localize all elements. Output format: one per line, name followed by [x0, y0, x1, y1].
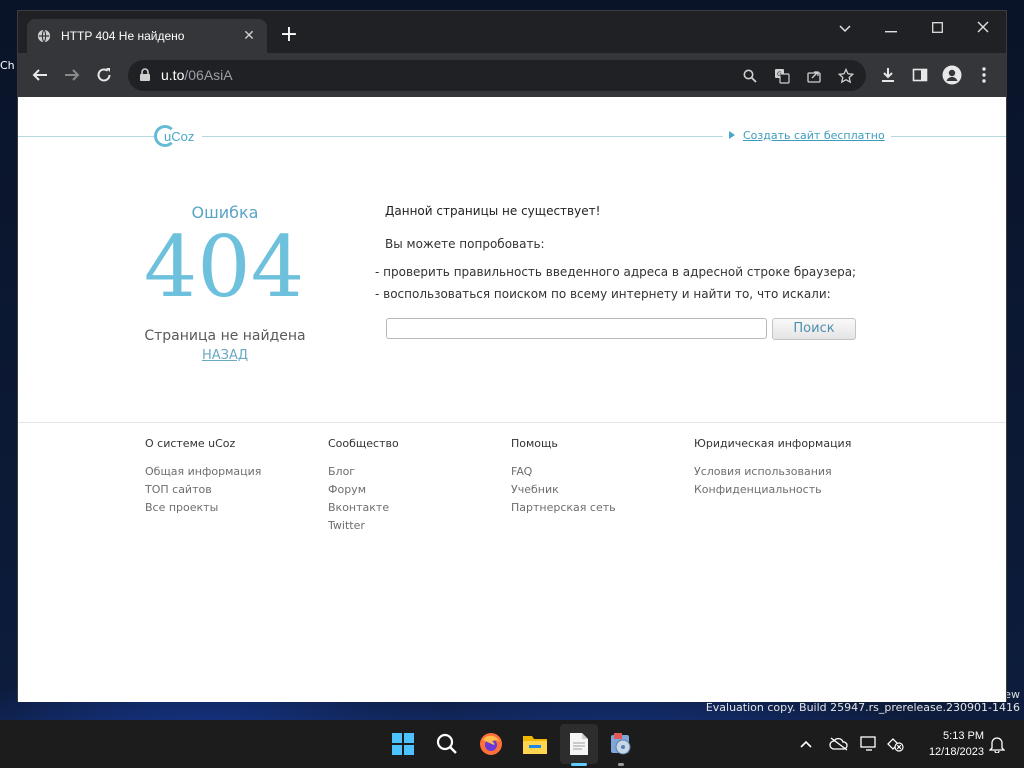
svg-text:G: G	[777, 71, 782, 78]
notepad-icon[interactable]	[564, 729, 594, 759]
footer-divider	[18, 422, 1006, 423]
footer-link[interactable]: Вконтакте	[328, 499, 399, 517]
bookmark-star-icon[interactable]	[836, 66, 856, 86]
text-cursor	[305, 76, 311, 90]
evaluation-watermark: Evaluation copy. Build 25947.rs_prerelea…	[705, 701, 1020, 714]
address-url[interactable]: u.to/06AsiA	[161, 67, 233, 83]
download-icon[interactable]	[876, 63, 900, 87]
create-site-link[interactable]: Создать сайт бесплатно	[723, 129, 891, 142]
search-input[interactable]	[386, 318, 767, 339]
onedrive-offline-icon[interactable]	[828, 734, 850, 754]
footer-heading: О системе uCoz	[145, 437, 236, 450]
search-icon[interactable]	[740, 66, 760, 86]
translate-icon[interactable]: G	[772, 66, 792, 86]
search-button[interactable]: Поиск	[772, 318, 856, 340]
lock-icon[interactable]	[138, 68, 152, 82]
forward-arrow-icon[interactable]	[60, 63, 84, 87]
not-found-label: Страница не найдена	[144, 328, 306, 344]
footer-link[interactable]: Партнерская сеть	[511, 499, 616, 517]
active-app-indicator	[571, 763, 587, 766]
ucoz-logo[interactable]: uCoz	[154, 123, 202, 149]
back-link[interactable]: НАЗАД	[136, 348, 314, 363]
footer-link[interactable]: Все проекты	[145, 499, 261, 517]
display-icon[interactable]	[858, 734, 880, 754]
url-path: /06AsiA	[184, 67, 233, 83]
installer-app-icon[interactable]	[606, 729, 636, 759]
footer-link[interactable]: Учебник	[511, 481, 616, 499]
message-heading: Данной страницы не существует!	[385, 204, 601, 218]
footer-column-community: Сообщество Блог Форум Вконтакте Twitter	[328, 437, 399, 535]
browser-window: HTTP 404 Не найдено ✕ + u.to/06AsiA G uC…	[17, 10, 1007, 702]
page-content: uCoz Создать сайт бесплатно Ошибка 404 С…	[18, 97, 1006, 702]
minimize-button[interactable]	[876, 17, 906, 41]
footer-link[interactable]: Конфиденциальность	[694, 481, 851, 499]
suggestion-item: - воспользоваться поиском по всему интер…	[375, 287, 831, 301]
footer-heading: Юридическая информация	[694, 437, 852, 450]
reload-icon[interactable]	[92, 63, 116, 87]
create-site-link-text: Создать сайт бесплатно	[743, 129, 885, 142]
footer-heading: Сообщество	[328, 437, 399, 450]
clock-date: 12/18/2023	[928, 746, 984, 758]
firefox-icon[interactable]	[476, 729, 506, 759]
start-windows-icon[interactable]	[388, 729, 418, 759]
footer-link[interactable]: Общая информация	[145, 463, 261, 481]
footer-link[interactable]: FAQ	[511, 463, 616, 481]
search-icon[interactable]	[432, 729, 462, 759]
share-icon[interactable]	[804, 66, 824, 86]
footer-column-help: Помощь FAQ Учебник Партнерская сеть	[511, 437, 616, 517]
tab-close-icon[interactable]: ✕	[241, 28, 257, 44]
try-text: Вы можете попробовать:	[385, 237, 545, 251]
suggestion-item: - проверить правильность введенного адре…	[375, 265, 857, 279]
footer-column-about: О системе uCoz Общая информация ТОП сайт…	[145, 437, 261, 517]
taskbar: 5:13 PM 12/18/2023	[0, 720, 1024, 768]
arrow-right-icon	[729, 131, 735, 139]
footer-column-legal: Юридическая информация Условия использов…	[694, 437, 851, 499]
browser-toolbar: u.to/06AsiA G	[18, 53, 1006, 97]
desktop-icon-labels[interactable]: Ch	[0, 60, 18, 72]
footer-link[interactable]: Условия использования	[694, 463, 851, 481]
tab-search-icon[interactable]	[830, 17, 860, 41]
more-menu-icon[interactable]	[972, 63, 996, 87]
taskbar-clock[interactable]: 5:13 PM 12/18/2023	[914, 728, 984, 760]
url-host: u.to	[161, 67, 185, 83]
clock-time: 5:13 PM	[943, 730, 984, 742]
tab-title: HTTP 404 Не найдено	[61, 29, 185, 43]
running-app-indicator	[618, 763, 624, 766]
footer-link[interactable]: Twitter	[328, 517, 399, 535]
footer-link[interactable]: Форум	[328, 481, 399, 499]
notification-bell-icon[interactable]	[986, 734, 1008, 754]
error-code: 404	[143, 218, 305, 316]
network-disconnected-icon[interactable]	[884, 734, 906, 754]
profile-avatar-icon[interactable]	[940, 63, 964, 87]
new-tab-button[interactable]: +	[279, 23, 299, 47]
footer-link[interactable]: Блог	[328, 463, 399, 481]
chevron-up-icon[interactable]	[795, 734, 817, 754]
maximize-button[interactable]	[922, 17, 952, 41]
globe-icon	[37, 29, 51, 43]
desktop-label-fragment: Ch	[0, 59, 15, 72]
tab-active[interactable]: HTTP 404 Не найдено ✕	[27, 19, 267, 53]
footer-link[interactable]: ТОП сайтов	[145, 481, 261, 499]
suggestion-list: - проверить правильность введенного адре…	[375, 261, 856, 305]
footer-heading: Помощь	[511, 437, 558, 450]
tab-strip: HTTP 404 Не найдено ✕ +	[18, 11, 1006, 53]
logo-text: uCoz	[164, 128, 195, 144]
file-explorer-icon[interactable]	[520, 729, 550, 759]
side-panel-icon[interactable]	[908, 63, 932, 87]
address-bar[interactable]: u.to/06AsiA G	[128, 60, 866, 91]
close-window-button[interactable]	[968, 17, 998, 41]
back-arrow-icon[interactable]	[28, 63, 52, 87]
